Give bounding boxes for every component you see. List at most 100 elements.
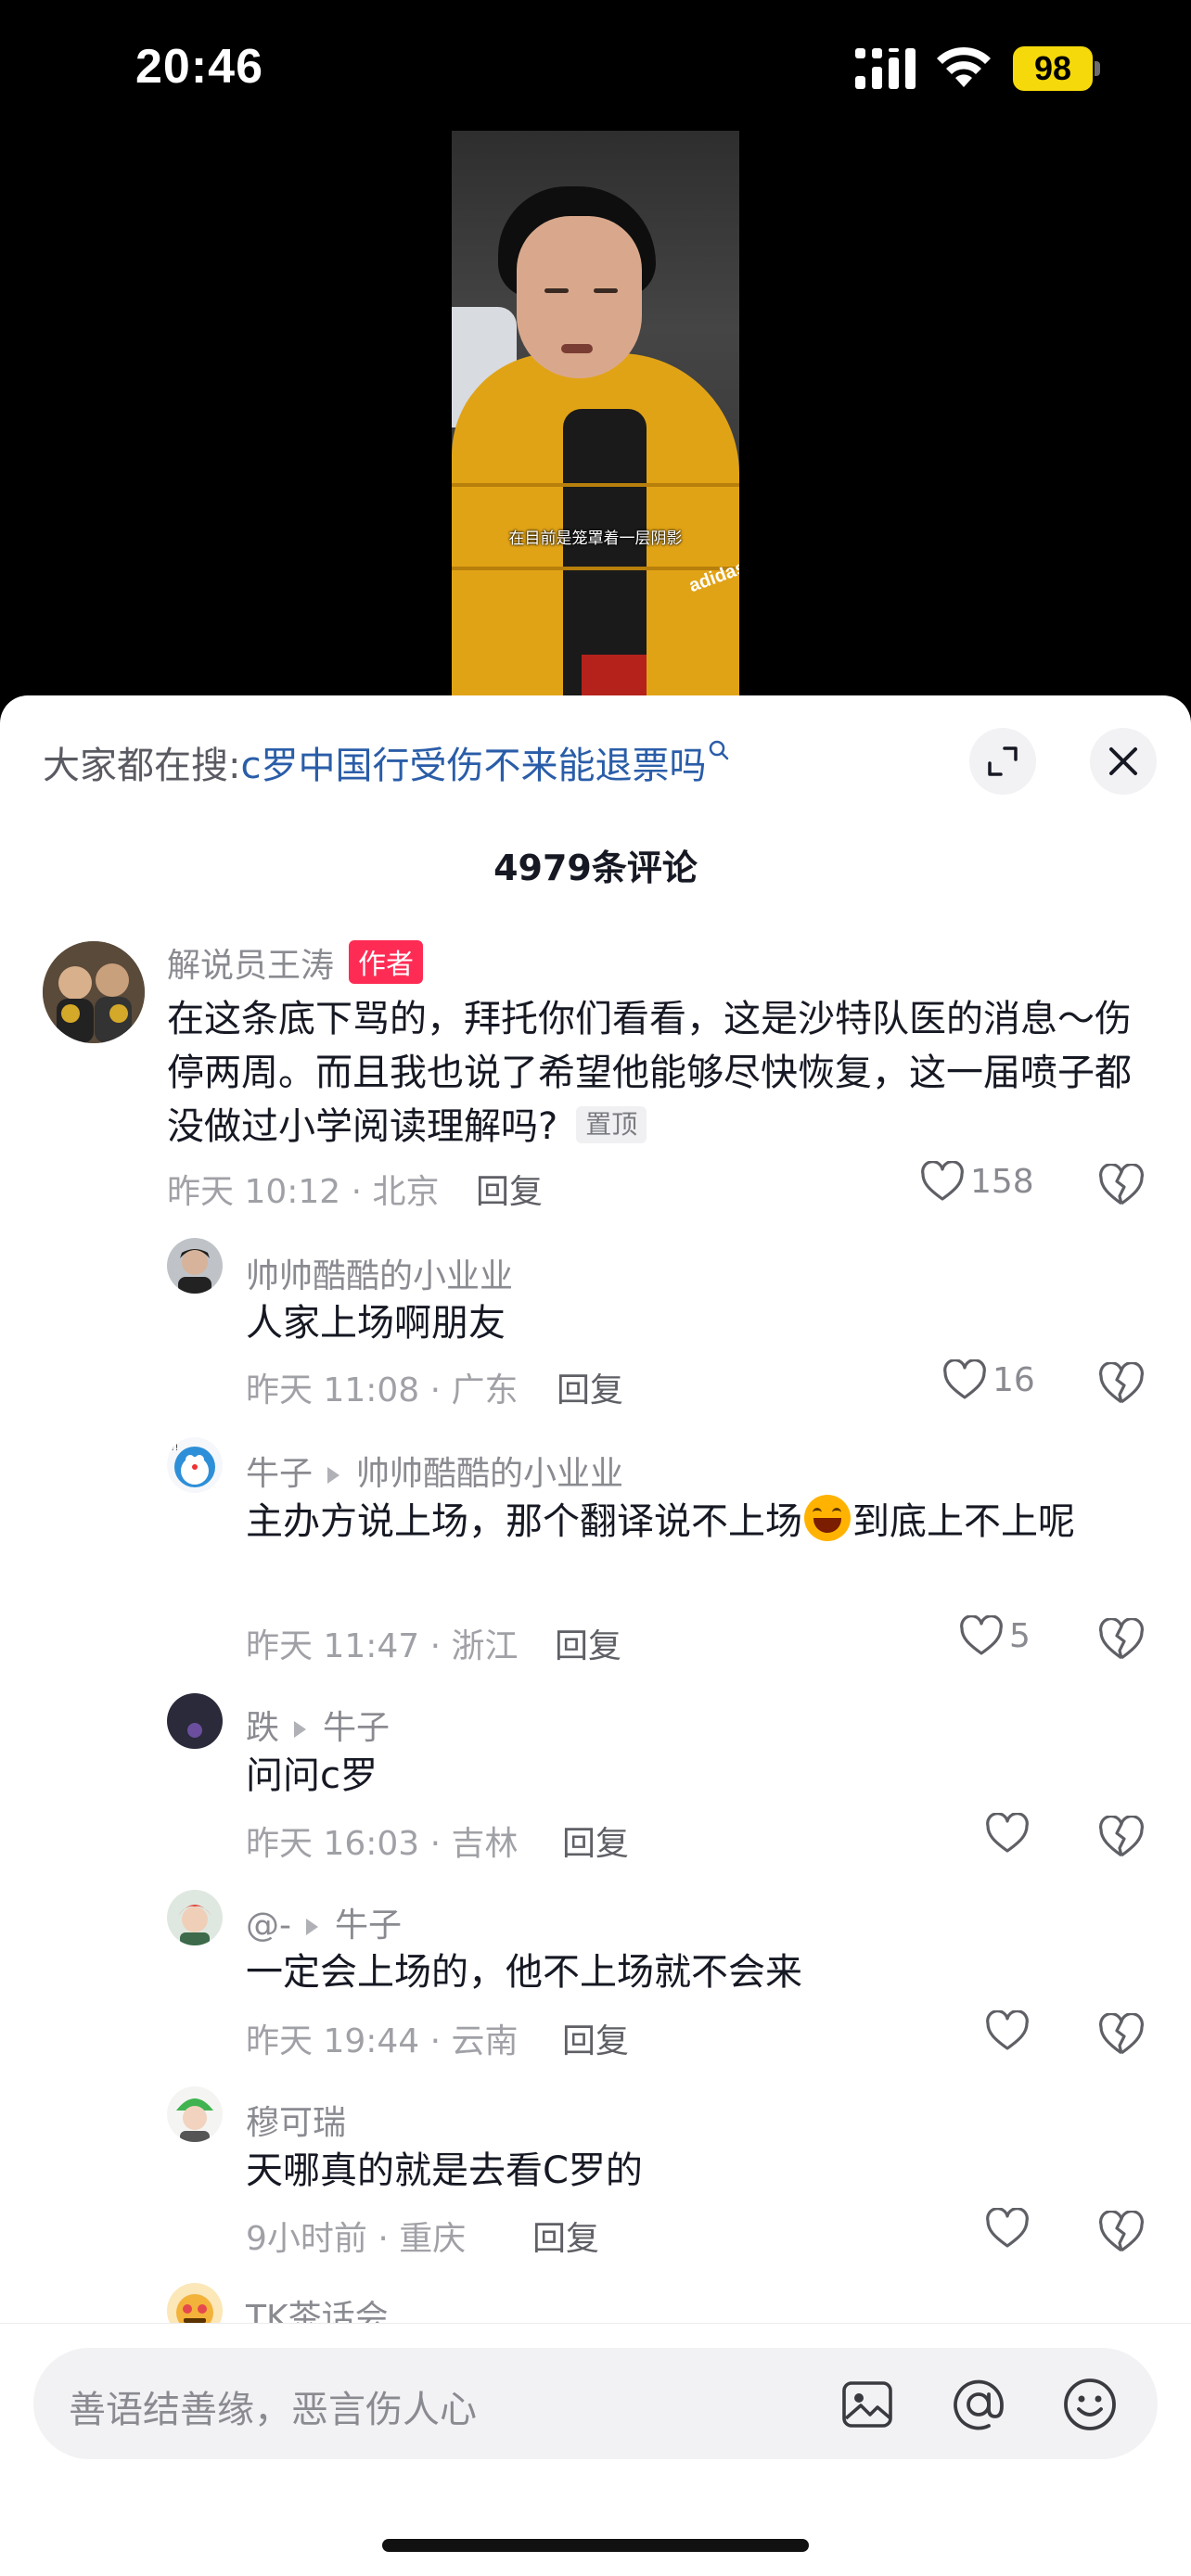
broken-heart-icon[interactable] xyxy=(1098,1816,1145,1858)
close-button[interactable] xyxy=(1090,728,1157,795)
red-strap xyxy=(582,655,647,696)
comment-text: 天哪真的就是去看C罗的 xyxy=(246,2149,643,2192)
eye xyxy=(594,288,618,293)
commenter-name[interactable]: 解说员王涛 作者 xyxy=(167,938,424,987)
heart-icon xyxy=(960,1615,1003,1655)
comment-input[interactable]: 善语结善缘，恶言伤人心 xyxy=(33,2348,1158,2459)
expand-button[interactable] xyxy=(969,728,1036,795)
avatar-photo xyxy=(167,1238,223,1294)
search-query-link[interactable]: c罗中国行受伤不来能退票吗 xyxy=(240,745,706,787)
comment-count: 4979条评论 xyxy=(493,848,698,888)
battery-level: 98 xyxy=(1013,46,1093,91)
broken-heart-icon[interactable] xyxy=(1098,2013,1145,2056)
jacket-inner xyxy=(563,409,647,696)
expand-icon xyxy=(988,746,1018,776)
commenter-name-text: 牛子 xyxy=(246,1455,314,1493)
like-button[interactable]: 5 xyxy=(959,1615,1031,1656)
person-face xyxy=(517,216,642,378)
image-icon[interactable] xyxy=(839,2376,896,2433)
broken-heart-icon[interactable] xyxy=(1098,1164,1145,1206)
battery-tip xyxy=(1095,61,1100,76)
heart-icon xyxy=(986,2208,1029,2248)
commenter-name[interactable]: 牛子 帅帅酷酷的小业业 xyxy=(246,1447,623,1495)
reply-to-name[interactable]: 牛子 xyxy=(335,1906,402,1945)
comment-text: 一定会上场的，他不上场就不会来 xyxy=(246,1951,802,1994)
commenter-name-text: @- xyxy=(246,1906,291,1945)
eye xyxy=(544,288,569,293)
commenter-name[interactable]: 穆可瑞 xyxy=(246,2096,346,2144)
jacket-seam xyxy=(452,483,739,487)
comment-meta: 昨天 19:44 · 云南 xyxy=(246,2022,519,2060)
commenter-name[interactable]: @- 牛子 xyxy=(246,1898,402,1946)
like-count: 16 xyxy=(992,1360,1035,1399)
like-button[interactable]: 158 xyxy=(920,1161,1034,1202)
battery-indicator: 98 xyxy=(1013,46,1102,91)
reply-arrow-icon xyxy=(327,1467,340,1484)
search-prefix: 大家都在搜: xyxy=(43,745,241,787)
heart-icon xyxy=(986,2010,1029,2050)
comment-text: 人家上场啊朋友 xyxy=(246,1302,506,1345)
comment-text: 问问c罗 xyxy=(246,1754,378,1797)
cellular-signal-icon xyxy=(855,48,916,89)
jacket-seam xyxy=(452,567,739,570)
reply-arrow-icon xyxy=(294,1721,307,1738)
reply-to-name[interactable]: 帅帅酷酷的小业业 xyxy=(356,1455,623,1493)
like-count: 5 xyxy=(1009,1616,1031,1655)
reply-button[interactable]: 回复 xyxy=(557,1363,623,1411)
status-time: 20:46 xyxy=(135,40,263,94)
like-button[interactable] xyxy=(985,1813,1030,1854)
avatar[interactable] xyxy=(167,1693,223,1749)
like-button[interactable] xyxy=(985,2208,1030,2249)
home-indicator[interactable] xyxy=(382,2539,809,2552)
heart-icon xyxy=(943,1359,986,1399)
video-subtitle: 在目前是笼罩着一层阴影 xyxy=(508,529,683,548)
comment-meta: 昨天 11:08 · 广东 xyxy=(246,1371,519,1409)
avatar-photo xyxy=(167,2086,223,2142)
comment-body-start: 主办方说上场，那个翻译说不上场 xyxy=(246,1500,802,1543)
commenter-name-text: 跌 xyxy=(246,1709,280,1747)
broken-heart-icon[interactable] xyxy=(1098,1618,1145,1661)
commenter-name-text: 解说员王涛 xyxy=(167,947,335,985)
reply-arrow-icon xyxy=(306,1919,318,1935)
avatar-photo xyxy=(167,1693,223,1749)
broken-heart-icon[interactable] xyxy=(1098,1362,1145,1405)
commenter-name[interactable]: 跌 牛子 xyxy=(246,1701,390,1749)
avatar[interactable] xyxy=(167,2086,223,2142)
like-button[interactable] xyxy=(985,2010,1030,2051)
pinned-badge: 置顶 xyxy=(576,1106,647,1143)
reply-button[interactable]: 回复 xyxy=(562,1817,629,1865)
wifi-icon xyxy=(937,46,991,87)
reply-button[interactable]: 回复 xyxy=(476,1165,543,1213)
avatar-photo xyxy=(167,1890,223,1945)
avatar[interactable] xyxy=(167,1890,223,1945)
search-icon xyxy=(710,740,729,760)
reply-to-name[interactable]: 牛子 xyxy=(323,1709,390,1747)
emoji-icon[interactable] xyxy=(1061,2376,1119,2433)
broken-heart-icon[interactable] xyxy=(1098,2211,1145,2253)
commenter-name[interactable]: 帅帅酷酷的小业业 xyxy=(246,1249,513,1297)
reply-button[interactable]: 回复 xyxy=(532,2212,599,2260)
comment-body-end: 到底上不上呢 xyxy=(852,1500,1075,1543)
comment-meta: 昨天 11:47 · 浙江 xyxy=(246,1627,519,1665)
comment-input-bar: 善语结善缘，恶言伤人心 xyxy=(0,2323,1191,2576)
avatar-photo xyxy=(43,941,145,1043)
close-icon xyxy=(1109,747,1137,775)
reply-button[interactable]: 回复 xyxy=(562,2014,629,2062)
trending-search[interactable]: 大家都在搜:c罗中国行受伤不来能退票吗 xyxy=(43,735,730,789)
like-count: 158 xyxy=(970,1162,1034,1201)
avatar-photo: ?! xyxy=(167,1437,223,1493)
like-button[interactable]: 16 xyxy=(942,1359,1035,1400)
avatar[interactable]: ?! xyxy=(167,1437,223,1493)
avatar[interactable] xyxy=(43,941,145,1043)
comment-meta: 9小时前 · 重庆 xyxy=(246,2220,467,2258)
reply-button[interactable]: 回复 xyxy=(555,1619,621,1667)
comment-sheet: 大家都在搜:c罗中国行受伤不来能退票吗 4979条评论 解说员王涛 作者 在这条底… xyxy=(0,695,1191,2576)
at-icon[interactable] xyxy=(950,2376,1007,2433)
comment-input-placeholder: 善语结善缘，恶言伤人心 xyxy=(69,2389,477,2431)
author-badge: 作者 xyxy=(349,940,424,984)
comment-text: 在这条底下骂的，拜托你们看看，这是沙特队医的消息～伤停两周。而且我也说了希望他能… xyxy=(167,992,1150,1154)
video-player[interactable]: adidas 在目前是笼罩着一层阴影 xyxy=(452,131,739,696)
heart-icon xyxy=(986,1813,1029,1853)
avatar[interactable] xyxy=(167,1238,223,1294)
laughing-emoji-icon xyxy=(804,1495,851,1541)
